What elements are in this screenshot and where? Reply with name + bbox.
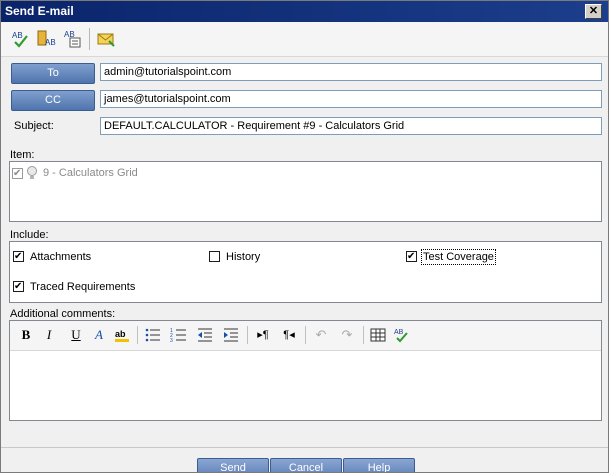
traced-requirements-checkbox[interactable] bbox=[13, 281, 24, 292]
send-mail-toolbar-button[interactable] bbox=[95, 28, 117, 50]
undo-icon: ↶ bbox=[315, 327, 327, 342]
comment-spell-check-button[interactable]: AB bbox=[393, 326, 411, 344]
to-field[interactable]: admin@tutorialspoint.com bbox=[100, 63, 602, 81]
item-entry[interactable]: 9 - Calculators Grid bbox=[43, 167, 138, 179]
italic-button[interactable]: I bbox=[40, 326, 58, 344]
insert-table-button[interactable] bbox=[369, 326, 387, 344]
send-button[interactable]: Send bbox=[197, 458, 269, 472]
svg-text:3: 3 bbox=[170, 338, 173, 344]
thesaurus-icon: AB bbox=[37, 30, 56, 47]
comments-editor: B I U A ab 1 2 3 ▸¶ ¶◂ ↶ ↷ AB bbox=[9, 320, 602, 421]
attachments-label[interactable]: Attachments bbox=[30, 251, 91, 263]
toolbar-separator bbox=[137, 326, 138, 344]
underline-icon: U bbox=[71, 327, 81, 342]
toolbar-separator bbox=[247, 326, 248, 344]
comments-label: Additional comments: bbox=[10, 308, 116, 320]
history-checkbox[interactable] bbox=[209, 251, 220, 262]
history-label[interactable]: History bbox=[226, 251, 260, 263]
window-title: Send E-mail bbox=[5, 4, 74, 18]
decrease-indent-button[interactable] bbox=[196, 326, 214, 344]
cancel-button[interactable]: Cancel bbox=[270, 458, 342, 472]
traced-requirements-label[interactable]: Traced Requirements bbox=[30, 281, 135, 293]
highlight-button[interactable]: ab bbox=[113, 326, 131, 344]
item-box: 9 - Calculators Grid bbox=[9, 161, 602, 222]
spelling-options-icon: AB bbox=[64, 30, 81, 48]
spell-check-button[interactable]: AB bbox=[10, 28, 32, 50]
rtl-button[interactable]: ¶◂ bbox=[280, 326, 298, 344]
svg-text:ab: ab bbox=[115, 329, 126, 339]
italic-icon: I bbox=[46, 327, 52, 342]
bold-button[interactable]: B bbox=[17, 326, 35, 344]
numbered-list-button[interactable]: 1 2 3 bbox=[170, 326, 188, 344]
item-checkbox[interactable] bbox=[12, 168, 23, 179]
close-icon: ✕ bbox=[588, 5, 599, 17]
increase-indent-button[interactable] bbox=[222, 326, 240, 344]
toolbar-separator bbox=[89, 28, 90, 50]
cc-field[interactable]: james@tutorialspoint.com bbox=[100, 90, 602, 108]
email-toolbar: AB AB AB bbox=[1, 22, 608, 57]
include-box: Attachments History Test Coverage Traced… bbox=[9, 241, 602, 303]
svg-text:AB: AB bbox=[45, 38, 56, 47]
highlight-icon: ab bbox=[115, 329, 129, 342]
right-to-left-icon: ¶◂ bbox=[283, 329, 295, 341]
left-to-right-icon: ▸¶ bbox=[257, 329, 269, 341]
svg-text:AB: AB bbox=[12, 31, 23, 40]
font-color-button[interactable]: A bbox=[90, 326, 108, 344]
help-button[interactable]: Help bbox=[343, 458, 415, 472]
test-coverage-checkbox[interactable] bbox=[406, 251, 417, 262]
footer-divider bbox=[1, 447, 608, 448]
table-icon bbox=[370, 328, 386, 342]
bullet-list-button[interactable] bbox=[144, 326, 162, 344]
envelope-icon bbox=[97, 33, 115, 47]
test-coverage-label[interactable]: Test Coverage bbox=[421, 249, 496, 265]
item-label: Item: bbox=[10, 149, 35, 161]
numbered-list-icon: 1 2 3 bbox=[170, 328, 186, 344]
comments-textarea[interactable] bbox=[14, 355, 596, 415]
include-label: Include: bbox=[10, 229, 49, 241]
title-bar: Send E-mail ✕ bbox=[1, 1, 608, 22]
toolbar-separator bbox=[305, 326, 306, 344]
underline-button[interactable]: U bbox=[67, 326, 85, 344]
bold-icon: B bbox=[21, 327, 31, 342]
spelling-options-button[interactable]: AB bbox=[62, 28, 84, 50]
close-button[interactable]: ✕ bbox=[585, 4, 602, 19]
rich-text-toolbar: B I U A ab 1 2 3 ▸¶ ¶◂ ↶ ↷ AB bbox=[10, 321, 601, 351]
subject-label: Subject: bbox=[14, 120, 54, 132]
attachments-checkbox[interactable] bbox=[13, 251, 24, 262]
send-email-window: Send E-mail ✕ AB AB AB To admin@tutorial… bbox=[0, 0, 609, 473]
decrease-indent-icon bbox=[198, 328, 212, 342]
ltr-button[interactable]: ▸¶ bbox=[254, 326, 272, 344]
toolbar-separator bbox=[363, 326, 364, 344]
font-color-icon: A bbox=[95, 327, 103, 342]
increase-indent-icon bbox=[224, 328, 238, 342]
undo-button[interactable]: ↶ bbox=[312, 326, 330, 344]
svg-text:AB: AB bbox=[394, 329, 404, 336]
requirement-icon bbox=[27, 166, 37, 179]
redo-icon: ↷ bbox=[341, 327, 353, 342]
thesaurus-button[interactable]: AB bbox=[36, 28, 58, 50]
to-button[interactable]: To bbox=[11, 63, 95, 84]
bullet-list-icon bbox=[145, 328, 160, 342]
redo-button[interactable]: ↷ bbox=[338, 326, 356, 344]
spell-check-icon: AB bbox=[12, 31, 28, 48]
subject-field[interactable]: DEFAULT.CALCULATOR - Requirement #9 - Ca… bbox=[100, 117, 602, 135]
spell-check-icon: AB bbox=[394, 329, 408, 343]
cc-button[interactable]: CC bbox=[11, 90, 95, 111]
